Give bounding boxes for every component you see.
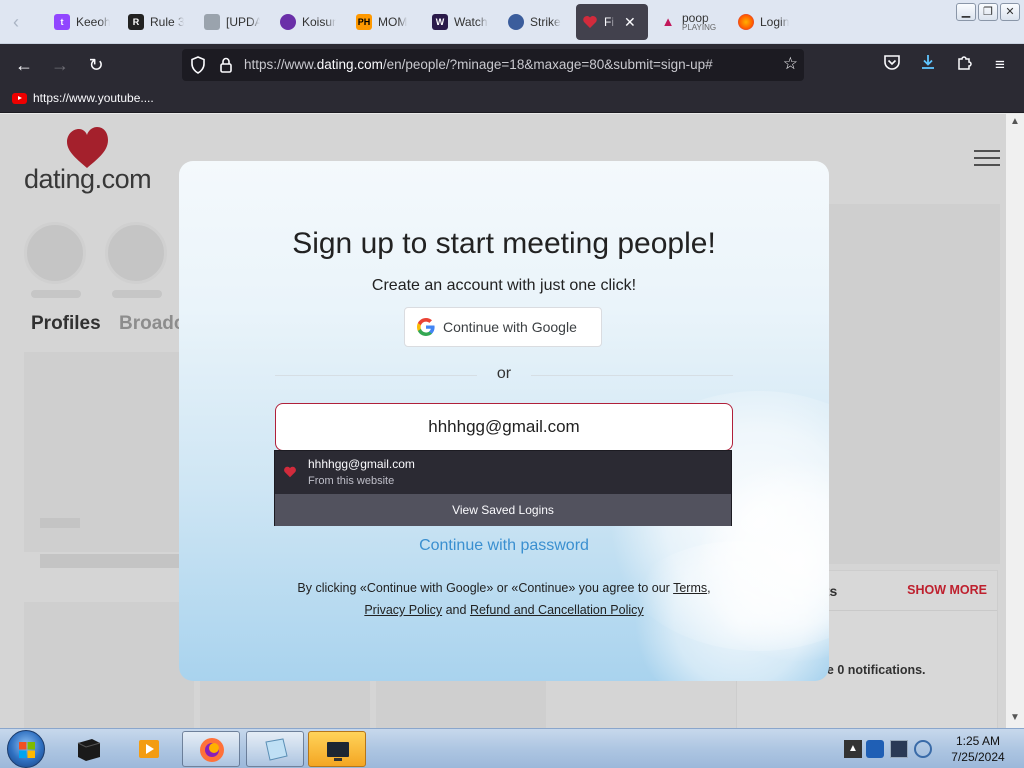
poop-icon: ▲	[661, 14, 675, 29]
dating-heart-icon	[582, 14, 598, 30]
extensions-icon[interactable]	[952, 53, 976, 77]
google-icon	[417, 318, 435, 336]
taskbar-app-terminal[interactable]	[60, 731, 118, 767]
taskbar-app-media-player[interactable]	[120, 731, 178, 767]
or-divider: or	[275, 365, 733, 385]
menu-icon[interactable]: ≡	[988, 53, 1012, 77]
volume-icon[interactable]	[914, 740, 932, 758]
tracking-shield-icon[interactable]	[190, 56, 206, 74]
tab-koisun[interactable]: Koisun	[274, 4, 342, 40]
koisun-icon	[280, 14, 296, 30]
restore-icon[interactable]: ❐	[978, 3, 998, 21]
tab-strike[interactable]: Strike	[502, 4, 570, 40]
window-controls: ▁ ❐ ✕	[956, 3, 1020, 21]
tab-scroll-left-icon[interactable]: ‹	[4, 8, 28, 36]
start-button[interactable]	[7, 730, 45, 768]
terms-text: By clicking «Continue with Google» or «C…	[297, 581, 711, 617]
minimize-icon[interactable]: ▁	[956, 3, 976, 21]
tab-login[interactable]: Login	[732, 4, 804, 40]
windows-logo-icon	[19, 742, 35, 758]
ph-icon: PH	[356, 14, 372, 30]
scroll-down-icon[interactable]: ▼	[1010, 712, 1020, 723]
web-page: dating.com Profiles Broadc sts SHOW MORE…	[0, 114, 1006, 728]
bookmark-star-icon[interactable]: ☆	[783, 54, 798, 74]
tab-poop[interactable]: ▲ poop PLAYING	[654, 4, 726, 40]
watch-icon: W	[432, 14, 448, 30]
page-scrollbar[interactable]: ▲ ▼	[1006, 114, 1024, 728]
scroll-up-icon[interactable]: ▲	[1010, 116, 1020, 127]
tab-rule[interactable]: R Rule 3	[122, 4, 190, 40]
modal-title: Sign up to start meeting people!	[292, 227, 716, 260]
tab-watch[interactable]: W Watch	[426, 4, 494, 40]
taskbar-app-firefox[interactable]	[182, 731, 240, 767]
system-tray: ▲ 1:25 AM 7/25/2024	[840, 730, 1024, 768]
strike-icon	[508, 14, 524, 30]
url-text[interactable]: https://www.dating.com/en/people/?minage…	[244, 57, 713, 72]
close-window-icon[interactable]: ✕	[1000, 3, 1020, 21]
view-saved-logins-button[interactable]: View Saved Logins	[275, 494, 731, 526]
tab-mom[interactable]: PH MOM	[350, 4, 418, 40]
signup-modal: Sign up to start meeting people! Create …	[179, 161, 829, 681]
notepad-icon	[265, 738, 288, 761]
rule-icon: R	[128, 14, 144, 30]
privacy-policy-link[interactable]: Privacy Policy	[364, 603, 442, 617]
bookmark-youtube[interactable]: https://www.youtube....	[12, 91, 154, 105]
pocket-icon[interactable]	[880, 53, 904, 77]
firefox-icon	[200, 738, 224, 762]
tab-keeoh[interactable]: t Keeoh	[48, 4, 116, 40]
forward-icon[interactable]: →	[48, 53, 72, 77]
monitor-icon	[327, 742, 349, 761]
autofill-suggestion[interactable]: hhhhgg@gmail.com From this website	[275, 451, 731, 493]
email-input[interactable]: hhhhgg@gmail.com	[275, 403, 733, 451]
twitch-icon: t	[54, 14, 70, 30]
firefox-icon	[738, 14, 754, 30]
terms-link[interactable]: Terms	[673, 581, 707, 595]
media-player-icon	[139, 740, 159, 758]
youtube-icon	[12, 92, 27, 104]
show-hidden-icons-icon[interactable]: ▲	[844, 740, 862, 758]
browser-navigation-bar: ← → ↻ https://www.dating.com/en/people/?…	[0, 44, 1024, 86]
page-icon	[204, 14, 220, 30]
dating-heart-icon	[284, 466, 296, 478]
back-icon[interactable]: ←	[12, 53, 36, 77]
browser-tab-bar: ‹ t Keeoh R Rule 3 [UPDA Koisun PH MOM W…	[0, 0, 1024, 44]
tab-dating-active[interactable]: Fi ✕	[576, 4, 648, 40]
downloads-icon[interactable]	[916, 53, 940, 77]
refund-policy-link[interactable]: Refund and Cancellation Policy	[470, 603, 644, 617]
clock[interactable]: 1:25 AM 7/25/2024	[940, 733, 1016, 765]
display-icon[interactable]	[890, 740, 908, 758]
autofill-popup: hhhhgg@gmail.com From this website View …	[274, 450, 732, 526]
lock-icon[interactable]	[218, 56, 234, 74]
continue-with-google-button[interactable]: Continue with Google	[404, 307, 602, 347]
tab-close-icon[interactable]: ✕	[624, 14, 636, 31]
tab-upda[interactable]: [UPDA	[198, 4, 266, 40]
reload-icon[interactable]: ↻	[84, 53, 108, 77]
terminal-icon	[77, 739, 101, 761]
windows-taskbar: ▲ 1:25 AM 7/25/2024	[0, 728, 1024, 768]
modal-subtitle: Create an account with just one click!	[371, 277, 637, 294]
url-bar[interactable]: https://www.dating.com/en/people/?minage…	[182, 49, 804, 81]
network-icon[interactable]	[866, 740, 884, 758]
divider-line	[531, 375, 733, 376]
bookmarks-toolbar: https://www.youtube....	[0, 86, 1024, 113]
continue-with-password-link[interactable]: Continue with password	[179, 537, 829, 555]
taskbar-app-notepad[interactable]	[246, 731, 304, 767]
taskbar-app-screen[interactable]	[308, 731, 366, 767]
